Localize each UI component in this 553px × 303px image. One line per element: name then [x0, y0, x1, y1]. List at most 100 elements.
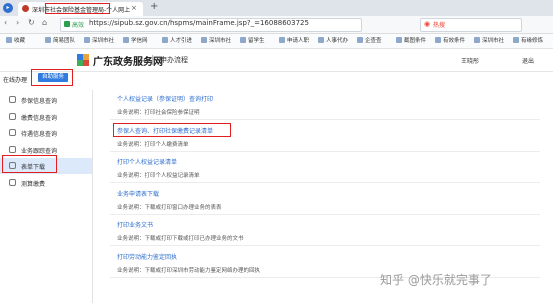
bookmark-icon — [201, 37, 207, 43]
sidebar-item[interactable]: 测算缴费 — [0, 175, 92, 191]
bookmark-label: 申请人职 — [287, 38, 310, 44]
bookmark-icon — [84, 37, 90, 43]
bookmark-label: 深圳市社 — [92, 38, 115, 44]
tab-close-icon[interactable]: × — [131, 4, 137, 12]
tracking-icon — [9, 145, 16, 153]
bookmark-icon — [6, 37, 12, 43]
bookmark-item[interactable]: 有缘修炼 — [513, 36, 543, 44]
bookmark-label: 截图条件 — [404, 38, 427, 44]
bookmark-icon — [513, 37, 519, 43]
section-divider — [110, 150, 540, 152]
sidebar-item-label: 业务跟踪查询 — [21, 147, 58, 155]
section-title-link[interactable]: 业务申请表下载 — [117, 189, 159, 198]
bookmark-icon — [162, 37, 168, 43]
bookmark-item[interactable]: 收藏 — [6, 36, 25, 44]
tab-highlight-box — [45, 3, 110, 14]
bookmark-icon — [474, 37, 480, 43]
new-tab-icon[interactable]: + — [150, 1, 158, 12]
bookmarks-bar: 收藏 简易团队 深圳市社 学信网 人才引进 深圳市社 留学生 申请人职 人事代办 企查查 截图条件 有… — [0, 34, 553, 49]
browser-tab-strip: ▸ 深圳市社会保险基金管理局-个人网上 × + — [0, 0, 553, 16]
bookmark-icon — [357, 37, 363, 43]
bookmark-label: 学信网 — [131, 38, 148, 44]
user-name[interactable]: 王晓彤 — [461, 56, 479, 65]
watermark: 知乎 @快乐就完事了 — [380, 273, 492, 287]
hot-search-label: 热搜 — [433, 22, 446, 29]
section-title-link[interactable]: 打印业务文书 — [117, 220, 153, 229]
section-divider — [110, 245, 540, 246]
search-icon: ◉ — [424, 20, 431, 28]
bookmark-icon — [45, 37, 51, 43]
section-description: 业务说明：打印个人权益记录清单 — [117, 173, 200, 179]
section-description: 业务说明：打印社会保险参保证明 — [117, 110, 200, 116]
bookmark-label: 有效条件 — [443, 38, 466, 44]
bookmark-item[interactable]: 申请人职 — [279, 36, 309, 44]
sidebar-highlight-box — [2, 155, 57, 173]
bookmark-item[interactable]: 深圳市社 — [474, 36, 504, 44]
address-bar[interactable]: 高效 https://sipub.sz.gov.cn/hspms/mainFra… — [60, 18, 362, 32]
reload-icon[interactable]: ↻ — [28, 18, 35, 27]
site-favicon-icon — [22, 5, 29, 12]
bookmark-item[interactable]: 人才引进 — [162, 36, 192, 44]
browser-menu-icon[interactable]: ▸ — [3, 3, 13, 13]
bookmark-icon — [279, 37, 285, 43]
section-description: 业务说明：下载或打印深圳市劳动能力鉴定网络办理的回执 — [117, 267, 261, 274]
header-divider — [152, 55, 153, 65]
browser-search-box[interactable]: ◉ 热搜 — [420, 18, 522, 32]
bookmark-label: 简易团队 — [53, 38, 76, 44]
bookmark-item[interactable]: 深圳市社 — [84, 36, 114, 44]
lock-icon — [64, 21, 70, 27]
section-description: 业务说明：下载或打印下载或打印已办理业务的文书 — [117, 236, 244, 242]
sidebar-item-label: 参保信息查询 — [21, 98, 58, 105]
section-divider — [110, 119, 540, 120]
section-description: 业务说明：下载或打印窗口办理业务的表表 — [117, 204, 222, 211]
sidebar: 参保信息查询 缴费信息查询 待遇信息查询 业务跟踪查询 表单下载 测算缴费 — [0, 90, 93, 303]
home-icon[interactable]: ⌂ — [42, 18, 47, 27]
section-title-link[interactable]: 个人权益记录（参保证明）查询打印 — [117, 94, 213, 103]
bookmark-label: 企查查 — [365, 38, 382, 44]
section-divider — [110, 213, 540, 215]
process-link[interactable]: 申办流程 — [160, 55, 188, 65]
section-title-link[interactable]: 打印个人权益记录清单 — [117, 157, 177, 166]
section-divider — [110, 182, 540, 183]
sidebar-item-label: 缴费信息查询 — [21, 114, 58, 122]
sidebar-item[interactable]: 缴费信息查询 — [0, 109, 92, 125]
site-header: 广东政务服务网 申办流程 王晓彤 退出 — [0, 49, 553, 72]
bookmark-icon — [435, 37, 441, 43]
tab-online-service[interactable]: 在线办理 — [3, 75, 27, 84]
browser-tab-active[interactable]: 深圳市社会保险基金管理局-个人网上 × — [18, 2, 143, 16]
bookmark-item[interactable]: 截图条件 — [396, 36, 426, 44]
calculator-icon — [9, 178, 16, 186]
bookmark-label: 人事代办 — [326, 38, 349, 44]
sidebar-item-label: 测算缴费 — [21, 180, 46, 188]
bookmark-label: 留学生 — [248, 38, 265, 44]
benefit-icon — [9, 129, 16, 136]
bookmark-icon — [123, 37, 129, 43]
bookmark-item[interactable]: 简易团队 — [45, 36, 75, 44]
bookmark-item[interactable]: 学信网 — [123, 36, 148, 44]
bookmark-label: 深圳市社 — [482, 38, 505, 44]
bookmark-label: 收藏 — [14, 38, 26, 44]
bookmark-icon — [240, 37, 246, 43]
bookmark-item[interactable]: 有效条件 — [435, 36, 465, 44]
sidebar-item[interactable]: 待遇信息查询 — [0, 125, 92, 141]
bookmark-item[interactable]: 人事代办 — [318, 36, 348, 44]
payment-icon — [9, 112, 16, 120]
sidebar-item-label: 待遇信息查询 — [21, 131, 58, 138]
sidebar-item[interactable]: 参保信息查询 — [0, 92, 92, 108]
bookmark-icon — [396, 37, 402, 43]
back-icon[interactable]: ‹ — [4, 18, 7, 27]
bookmark-label: 深圳市社 — [209, 38, 232, 44]
main-highlight-box — [113, 123, 231, 137]
bookmark-item[interactable]: 留学生 — [240, 36, 265, 44]
bookmark-item[interactable]: 企查查 — [357, 36, 382, 44]
bookmark-item[interactable]: 深圳市社 — [201, 36, 231, 44]
logout-link[interactable]: 退出 — [522, 56, 534, 65]
bookmark-label: 有缘修炼 — [521, 38, 544, 44]
self-service-highlight-box — [31, 69, 73, 86]
site-logo-icon — [77, 54, 89, 66]
url-text[interactable]: https://sipub.sz.gov.cn/hspms/mainFrame.… — [89, 19, 309, 27]
address-toolbar: ‹ › ↻ ⌂ 高效 https://sipub.sz.gov.cn/hspms… — [0, 16, 553, 34]
secure-label: 高效 — [72, 22, 85, 29]
section-title-link[interactable]: 打印劳动能力鉴定回执 — [117, 252, 177, 261]
forward-icon[interactable]: › — [16, 18, 19, 27]
